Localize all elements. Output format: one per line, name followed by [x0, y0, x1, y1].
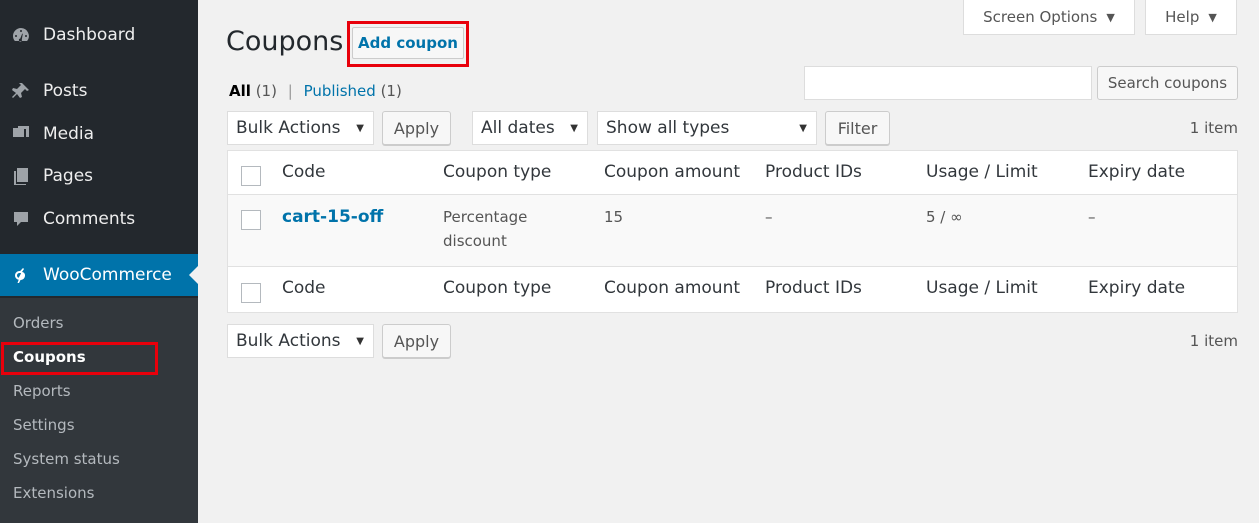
woocommerce-icon	[10, 264, 32, 286]
coupons-highlight-box	[1, 342, 158, 375]
select-arrow-icon: ▼	[570, 123, 578, 134]
select-arrow-icon: ▼	[356, 123, 364, 134]
sidebar-item-posts[interactable]: Posts	[0, 70, 198, 112]
pages-icon	[10, 165, 32, 187]
coupon-search-input[interactable]	[804, 66, 1092, 100]
coupon-type-line1: Percentage	[443, 208, 528, 226]
add-coupon-highlight-box	[347, 21, 469, 67]
submenu-item-system-status[interactable]: System status	[13, 450, 120, 468]
column-footer-usage-limit: Usage / Limit	[926, 278, 1038, 298]
admin-sidebar: Dashboard Posts Media Pages Comments Woo…	[0, 0, 198, 523]
coupon-type-line2: discount	[443, 232, 507, 250]
row-checkbox[interactable]	[241, 210, 261, 230]
woocommerce-submenu: Orders Coupons Reports Settings System s…	[0, 298, 198, 523]
view-published-link[interactable]: Published	[304, 82, 376, 100]
sidebar-item-label: Dashboard	[43, 25, 136, 45]
screen-options-button[interactable]: Screen Options ▼	[963, 0, 1135, 35]
screen-options-label: Screen Options	[983, 8, 1098, 26]
sidebar-item-dashboard[interactable]: Dashboard	[0, 14, 198, 56]
column-footer-coupon-amount: Coupon amount	[604, 278, 741, 298]
dates-filter-select[interactable]: All dates ▼	[472, 111, 588, 145]
bulk-actions-value: Bulk Actions	[236, 331, 341, 351]
sidebar-item-label: Comments	[43, 209, 136, 229]
help-label: Help	[1165, 8, 1200, 26]
filter-button[interactable]: Filter	[825, 111, 890, 145]
search-coupons-button[interactable]: Search coupons	[1097, 66, 1238, 100]
help-button[interactable]: Help ▼	[1145, 0, 1237, 35]
bulk-actions-select-top[interactable]: Bulk Actions ▼	[227, 111, 374, 145]
items-count-top: 1 item	[1189, 119, 1238, 137]
column-header-usage-limit: Usage / Limit	[926, 162, 1038, 182]
dashboard-icon	[10, 24, 32, 46]
coupon-amount-cell: 15	[604, 208, 624, 226]
column-footer-code[interactable]: Code	[282, 278, 326, 298]
usage-limit-cell: 5 / ∞	[926, 208, 963, 226]
sidebar-item-label: Pages	[43, 166, 94, 186]
bulk-actions-select-bottom[interactable]: Bulk Actions ▼	[227, 324, 374, 358]
dates-filter-value: All dates	[481, 118, 555, 138]
view-published-count: (1)	[380, 82, 402, 100]
bulk-actions-value: Bulk Actions	[236, 118, 341, 138]
coupon-type-cell: Percentage discount	[443, 205, 527, 253]
caret-down-icon: ▼	[1208, 10, 1217, 24]
media-icon	[10, 123, 32, 145]
table-header-row: Code Coupon type Coupon amount Product I…	[228, 151, 1237, 195]
sidebar-item-woocommerce[interactable]: WooCommerce	[0, 254, 198, 296]
caret-down-icon: ▼	[1106, 10, 1115, 24]
column-header-expiry-date: Expiry date	[1088, 162, 1186, 182]
table-row: cart-15-off Percentage discount 15 – 5 /…	[228, 195, 1237, 267]
product-ids-cell: –	[765, 208, 773, 226]
items-count-bottom: 1 item	[1189, 332, 1238, 350]
select-all-checkbox[interactable]	[241, 166, 261, 186]
submenu-item-extensions[interactable]: Extensions	[13, 484, 94, 502]
table-footer-row: Code Coupon type Coupon amount Product I…	[228, 267, 1237, 313]
view-all-count: (1)	[255, 82, 277, 100]
coupon-type-value: Show all types	[606, 118, 730, 138]
coupon-type-select[interactable]: Show all types ▼	[597, 111, 817, 145]
current-menu-arrow	[189, 266, 198, 284]
column-header-code[interactable]: Code	[282, 162, 326, 182]
column-footer-product-ids: Product IDs	[765, 278, 862, 298]
select-arrow-icon: ▼	[799, 123, 807, 134]
column-header-product-ids: Product IDs	[765, 162, 862, 182]
apply-button-top[interactable]: Apply	[382, 111, 451, 145]
submenu-item-settings[interactable]: Settings	[13, 416, 75, 434]
submenu-item-orders[interactable]: Orders	[13, 314, 63, 332]
view-separator: |	[287, 82, 293, 100]
column-footer-coupon-type: Coupon type	[443, 278, 552, 298]
page-title: Coupons	[226, 26, 344, 57]
sidebar-item-label: Posts	[43, 81, 88, 101]
sidebar-item-comments[interactable]: Comments	[0, 198, 198, 240]
column-header-coupon-amount: Coupon amount	[604, 162, 741, 182]
sidebar-item-label: Media	[43, 124, 95, 144]
sidebar-item-label: WooCommerce	[43, 265, 172, 285]
pin-icon	[10, 80, 32, 102]
select-arrow-icon: ▼	[356, 336, 364, 347]
expiry-date-cell: –	[1088, 208, 1096, 226]
coupons-table: Code Coupon type Coupon amount Product I…	[227, 150, 1238, 313]
submenu-item-reports[interactable]: Reports	[13, 382, 71, 400]
column-header-coupon-type: Coupon type	[443, 162, 552, 182]
apply-button-bottom[interactable]: Apply	[382, 324, 451, 358]
select-all-checkbox-footer[interactable]	[241, 283, 261, 303]
column-footer-expiry-date: Expiry date	[1088, 278, 1186, 298]
comment-icon	[10, 208, 32, 230]
coupon-code-link[interactable]: cart-15-off	[282, 207, 383, 227]
status-views: All (1) | Published (1)	[229, 82, 402, 100]
sidebar-item-media[interactable]: Media	[0, 113, 198, 155]
view-all-link[interactable]: All	[229, 82, 251, 100]
sidebar-item-pages[interactable]: Pages	[0, 155, 198, 197]
